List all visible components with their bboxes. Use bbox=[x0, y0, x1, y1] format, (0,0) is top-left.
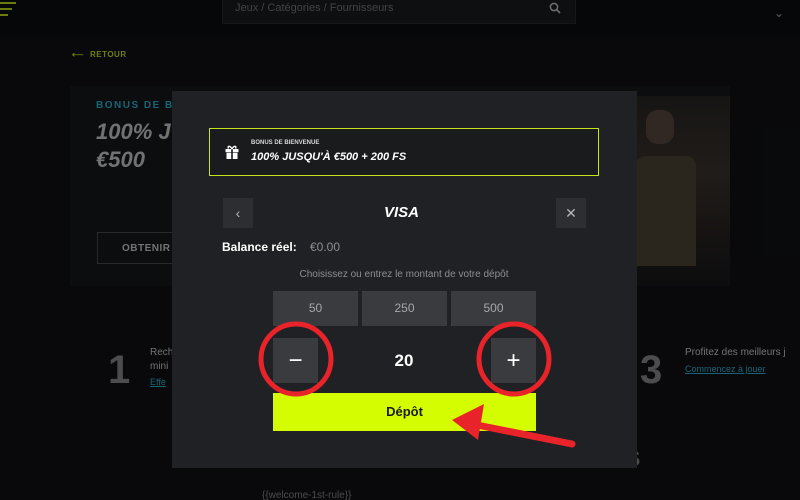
minus-icon: − bbox=[288, 347, 303, 374]
deposit-amount-input[interactable] bbox=[322, 338, 486, 383]
bonus-small-label: BONUS DE BIENVENUE bbox=[251, 140, 320, 146]
close-icon: ✕ bbox=[565, 205, 577, 221]
gift-icon bbox=[225, 145, 239, 159]
balance-value: €0.00 bbox=[310, 240, 341, 254]
decrease-amount-button[interactable]: − bbox=[273, 338, 318, 383]
bonus-offer-text: 100% JUSQU'À €500 + 200 FS bbox=[251, 151, 407, 163]
chevron-left-icon: ‹ bbox=[235, 205, 241, 221]
preset-amount-button[interactable]: 250 bbox=[362, 291, 447, 326]
balance-label: Balance réel: bbox=[222, 240, 297, 254]
deposit-modal: BONUS DE BIENVENUE 100% JUSQU'À €500 + 2… bbox=[172, 91, 637, 468]
payment-method-logo: VISA bbox=[384, 204, 420, 221]
preset-amount-button[interactable]: 50 bbox=[273, 291, 358, 326]
amount-hint: Choisissez ou entrez le montant de votre… bbox=[299, 269, 509, 280]
welcome-bonus-banner: BONUS DE BIENVENUE 100% JUSQU'À €500 + 2… bbox=[209, 128, 599, 176]
prev-method-button[interactable]: ‹ bbox=[223, 198, 253, 228]
plus-icon: + bbox=[506, 347, 521, 374]
preset-amount-button[interactable]: 500 bbox=[451, 291, 536, 326]
close-button[interactable]: ✕ bbox=[556, 198, 586, 228]
deposit-button[interactable]: Dépôt bbox=[273, 393, 536, 431]
increase-amount-button[interactable]: + bbox=[491, 338, 536, 383]
